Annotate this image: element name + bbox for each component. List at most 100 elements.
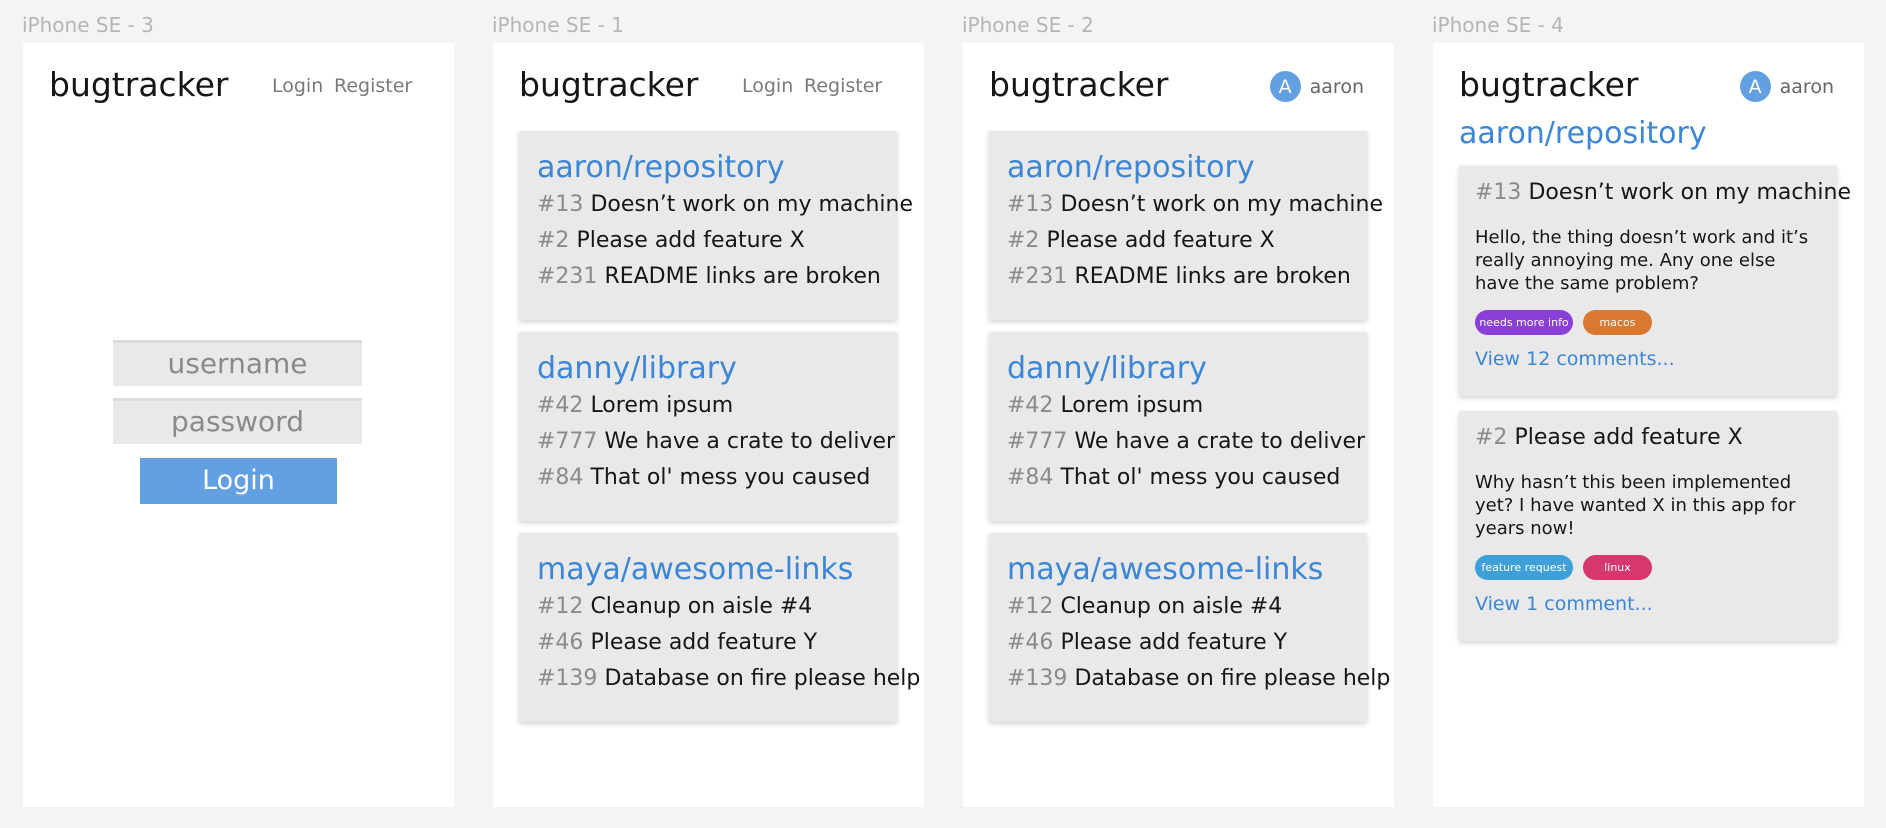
nav-login-link[interactable]: Login bbox=[272, 75, 323, 97]
repo-card: danny/library #42 Lorem ipsum #777 We ha… bbox=[989, 332, 1367, 521]
tag-list: needs more info macos bbox=[1475, 310, 1821, 335]
issue-item[interactable]: #777 We have a crate to deliver bbox=[1007, 424, 1365, 460]
user-menu[interactable]: A aaron bbox=[1739, 71, 1834, 102]
password-field[interactable]: password bbox=[113, 398, 362, 444]
issue-heading[interactable]: #2 Please add feature X bbox=[1475, 423, 1821, 453]
nav-register-link[interactable]: Register bbox=[804, 75, 882, 97]
avatar: A bbox=[1739, 71, 1771, 102]
username-label: aaron bbox=[1309, 75, 1364, 98]
issue-title: We have a crate to deliver bbox=[604, 429, 896, 454]
issue-number: #84 bbox=[1007, 465, 1054, 490]
issue-item[interactable]: #2 Please add feature X bbox=[537, 223, 879, 259]
issue-title: That ol' mess you caused bbox=[1060, 465, 1341, 490]
username-field[interactable]: username bbox=[113, 340, 362, 386]
issue-number: #231 bbox=[537, 264, 598, 289]
issue-title: Database on fire please help bbox=[1074, 666, 1391, 691]
issue-item[interactable]: #777 We have a crate to deliver bbox=[537, 424, 895, 460]
repo-name-link[interactable]: maya/awesome-links bbox=[537, 551, 879, 589]
issue-number: #777 bbox=[1007, 429, 1068, 454]
issue-number: #2 bbox=[1007, 228, 1040, 253]
issue-title: Please add feature Y bbox=[590, 630, 818, 655]
repo-name-link[interactable]: danny/library bbox=[537, 350, 879, 388]
issue-title: Please add feature X bbox=[1046, 228, 1275, 253]
issue-title: README links are broken bbox=[604, 264, 881, 289]
tag-linux[interactable]: linux bbox=[1583, 555, 1652, 580]
issue-number: #84 bbox=[537, 465, 584, 490]
issue-item[interactable]: #42 Lorem ipsum bbox=[537, 388, 879, 424]
issue-item[interactable]: #13 Doesn’t work on my machine bbox=[1007, 187, 1383, 223]
issue-item[interactable]: #139 Database on fire please help bbox=[537, 661, 920, 697]
issue-number: #12 bbox=[537, 594, 584, 619]
issue-number: #46 bbox=[1007, 630, 1054, 655]
issue-number: #139 bbox=[537, 666, 598, 691]
tag-needs-more-info[interactable]: needs more info bbox=[1475, 310, 1573, 335]
issue-item[interactable]: #42 Lorem ipsum bbox=[1007, 388, 1349, 424]
issue-number: #12 bbox=[1007, 594, 1054, 619]
issue-body: Why hasn’t this been implemented yet? I … bbox=[1475, 472, 1796, 539]
issue-number: #13 bbox=[1007, 192, 1054, 217]
issue-title: Lorem ipsum bbox=[590, 393, 734, 418]
issue-title: Cleanup on aisle #4 bbox=[1060, 594, 1283, 619]
issue-item[interactable]: #46 Please add feature Y bbox=[537, 625, 879, 661]
user-menu[interactable]: A aaron bbox=[1269, 71, 1364, 102]
app-logo[interactable]: bugtracker bbox=[49, 65, 229, 104]
issue-number: #2 bbox=[537, 228, 570, 253]
issue-item[interactable]: #12 Cleanup on aisle #4 bbox=[1007, 589, 1349, 625]
login-button[interactable]: Login bbox=[140, 458, 337, 504]
app-logo[interactable]: bugtracker bbox=[989, 65, 1169, 104]
issue-number: #13 bbox=[1475, 180, 1522, 205]
issue-title: Please add feature X bbox=[576, 228, 805, 253]
repo-list-screen-logged-in: bugtracker A aaron aaron/repository #13 … bbox=[963, 43, 1394, 807]
issue-body: Hello, the thing doesn’t work and it’s r… bbox=[1475, 227, 1809, 294]
issue-item[interactable]: #84 That ol' mess you caused bbox=[1007, 460, 1349, 496]
issue-number: #13 bbox=[537, 192, 584, 217]
repo-card: maya/awesome-links #12 Cleanup on aisle … bbox=[989, 533, 1390, 722]
issue-number: #42 bbox=[1007, 393, 1054, 418]
issue-card: #2 Please add feature X Why hasn’t this … bbox=[1459, 411, 1837, 641]
tag-macos[interactable]: macos bbox=[1583, 310, 1652, 335]
issue-item[interactable]: #13 Doesn’t work on my machine bbox=[537, 187, 913, 223]
issue-item[interactable]: #231 README links are broken bbox=[1007, 259, 1351, 295]
issue-title: Doesn’t work on my machine bbox=[1528, 180, 1852, 205]
frame-label: iPhone SE - 4 bbox=[1432, 13, 1564, 37]
nav-register-link[interactable]: Register bbox=[334, 75, 412, 97]
app-logo[interactable]: bugtracker bbox=[1459, 65, 1639, 104]
avatar: A bbox=[1269, 71, 1301, 102]
issue-number: #777 bbox=[537, 429, 598, 454]
repo-name-link[interactable]: aaron/repository bbox=[1007, 149, 1349, 187]
login-screen: bugtracker Login Register username passw… bbox=[23, 43, 454, 807]
view-comments-link[interactable]: View 12 comments... bbox=[1475, 348, 1821, 370]
repo-name-link[interactable]: aaron/repository bbox=[537, 149, 879, 187]
issue-number: #231 bbox=[1007, 264, 1068, 289]
issue-item[interactable]: #139 Database on fire please help bbox=[1007, 661, 1390, 697]
issue-title: Please add feature X bbox=[1514, 425, 1743, 450]
repo-detail-screen: bugtracker A aaron aaron/repository #13 … bbox=[1433, 43, 1864, 807]
issue-item[interactable]: #84 That ol' mess you caused bbox=[537, 460, 879, 496]
tag-list: feature request linux bbox=[1475, 555, 1821, 580]
frame-label: iPhone SE - 1 bbox=[492, 13, 624, 37]
issue-item[interactable]: #231 README links are broken bbox=[537, 259, 881, 295]
issue-item[interactable]: #12 Cleanup on aisle #4 bbox=[537, 589, 879, 625]
issue-title: README links are broken bbox=[1074, 264, 1351, 289]
nav-login-link[interactable]: Login bbox=[742, 75, 793, 97]
issue-title: Lorem ipsum bbox=[1060, 393, 1204, 418]
view-comments-link[interactable]: View 1 comment... bbox=[1475, 593, 1821, 615]
app-logo[interactable]: bugtracker bbox=[519, 65, 699, 104]
repo-card: aaron/repository #13 Doesn’t work on my … bbox=[519, 131, 913, 320]
repo-card: maya/awesome-links #12 Cleanup on aisle … bbox=[519, 533, 920, 722]
issue-number: #46 bbox=[537, 630, 584, 655]
issue-title: Doesn’t work on my machine bbox=[1060, 192, 1384, 217]
issue-heading[interactable]: #13 Doesn’t work on my machine bbox=[1475, 178, 1851, 208]
repo-list-screen-logged-out: bugtracker Login Register aaron/reposito… bbox=[493, 43, 924, 807]
repo-name-link[interactable]: danny/library bbox=[1007, 350, 1349, 388]
repo-card: danny/library #42 Lorem ipsum #777 We ha… bbox=[519, 332, 897, 521]
issue-title: That ol' mess you caused bbox=[590, 465, 871, 490]
frame-label: iPhone SE - 2 bbox=[962, 13, 1094, 37]
issue-title: Database on fire please help bbox=[604, 666, 921, 691]
repo-title-link[interactable]: aaron/repository bbox=[1459, 116, 1707, 151]
issue-card: #13 Doesn’t work on my machine Hello, th… bbox=[1459, 166, 1851, 396]
issue-item[interactable]: #46 Please add feature Y bbox=[1007, 625, 1349, 661]
repo-name-link[interactable]: maya/awesome-links bbox=[1007, 551, 1349, 589]
issue-item[interactable]: #2 Please add feature X bbox=[1007, 223, 1349, 259]
tag-feature-request[interactable]: feature request bbox=[1475, 555, 1573, 580]
